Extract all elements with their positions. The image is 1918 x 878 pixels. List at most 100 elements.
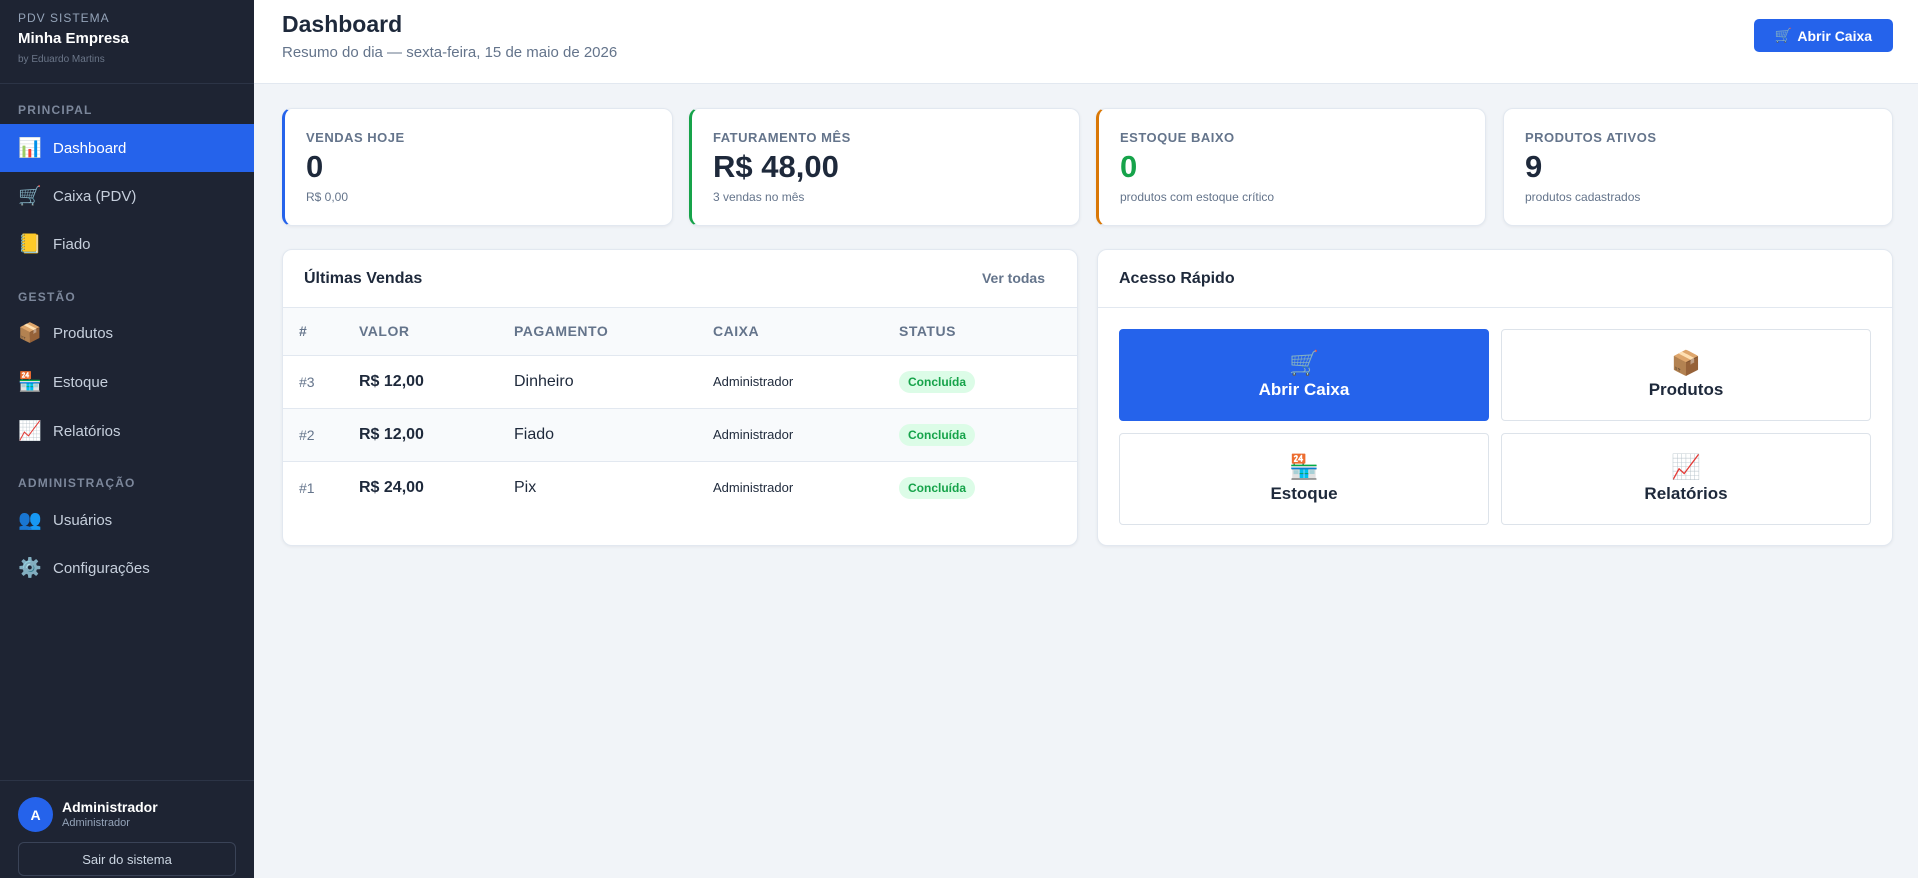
panel-title: Acesso Rápido	[1119, 270, 1235, 287]
sidebar-item-configuracoes[interactable]: ⚙️ Configurações	[0, 544, 254, 592]
column-header-caixa: CAIXA	[713, 323, 760, 340]
sale-status-cell: Concluída	[899, 461, 1077, 514]
sale-id: #2	[299, 426, 315, 443]
brand: PDV SISTEMA Minha Empresa by Eduardo Mar…	[0, 0, 254, 84]
quick-label: Relatórios	[1644, 484, 1728, 503]
stat-subtext: 3 vendas no mês	[713, 190, 805, 204]
open-cashier-button[interactable]: 🛒 Abrir Caixa	[1754, 19, 1893, 52]
user-name: Administrador	[62, 799, 158, 815]
store-icon: 🏪	[18, 372, 42, 393]
stat-value: 9	[1525, 149, 1543, 184]
logout-button[interactable]: Sair do sistema	[18, 842, 236, 876]
table-row[interactable]: #3 R$ 12,00 Dinheiro Administrador Concl…	[283, 355, 1077, 408]
sale-value: R$ 24,00	[359, 478, 424, 496]
trend-chart-icon: 📈	[18, 421, 42, 442]
column-header-pagamento: PAGAMENTO	[514, 323, 609, 340]
sale-id: #1	[299, 479, 315, 496]
page-subtitle: Resumo do dia — sexta-feira, 15 de maio …	[282, 44, 618, 61]
stat-subtext: produtos cadastrados	[1525, 190, 1641, 204]
ledger-icon: 📒	[18, 234, 42, 255]
sidebar-item-dashboard[interactable]: 📊 Dashboard	[0, 124, 254, 172]
trend-chart-icon: 📈	[1671, 454, 1701, 481]
sidebar-item-label: Estoque	[53, 373, 109, 391]
status-badge: Concluída	[899, 476, 976, 499]
sale-cashier: Administrador	[713, 374, 794, 389]
avatar: A	[18, 797, 53, 832]
sale-id: #3	[299, 373, 315, 390]
open-cashier-label: Abrir Caixa	[1797, 27, 1873, 44]
stat-label: PRODUTOS ATIVOS	[1525, 130, 1657, 145]
sale-cashier: Administrador	[713, 480, 794, 496]
company-name: Minha Empresa	[18, 30, 129, 47]
column-header-id: #	[299, 323, 308, 340]
quick-access-panel: Acesso Rápido 🛒 Abrir Caixa 📦 Produtos 🏪…	[1097, 249, 1893, 546]
sidebar-item-label: Caixa (PDV)	[53, 187, 137, 205]
sale-cashier: Administrador	[713, 427, 794, 442]
status-badge: Concluída	[899, 423, 976, 446]
user-panel: A Administrador Administrador Sair do si…	[0, 780, 254, 878]
store-icon: 🏪	[1289, 454, 1319, 481]
panel-header: Acesso Rápido	[1098, 250, 1892, 308]
table-row[interactable]: #1 R$ 24,00 Pix Administrador Concluída	[283, 461, 1077, 514]
chart-icon: 📊	[18, 138, 42, 159]
sidebar-item-label: Produtos	[53, 324, 114, 342]
sidebar-item-label: Dashboard	[53, 139, 127, 157]
quick-reports-button[interactable]: 📈 Relatórios	[1501, 433, 1871, 525]
stat-value: R$ 48,00	[713, 149, 839, 184]
cart-icon: 🛒	[1774, 27, 1793, 43]
quick-stock-button[interactable]: 🏪 Estoque	[1119, 433, 1489, 525]
section-title-gestao: GESTÃO	[18, 290, 76, 304]
stat-label: FATURAMENTO MÊS	[713, 130, 851, 145]
sale-status-cell: Concluída	[899, 355, 1077, 408]
table-header-row: # VALOR PAGAMENTO CAIXA STATUS	[283, 308, 1077, 355]
status-badge: Concluída	[899, 370, 976, 393]
sidebar-item-label: Usuários	[53, 511, 113, 529]
section-title-principal: PRINCIPAL	[18, 103, 93, 117]
author-credit: by Eduardo Martins	[18, 54, 105, 65]
top-header: Dashboard Resumo do dia — sexta-feira, 1…	[254, 0, 1918, 84]
sidebar-item-label: Relatórios	[53, 422, 121, 440]
sidebar-item-usuarios[interactable]: 👥 Usuários	[0, 496, 254, 544]
stat-card-faturamento-mes: FATURAMENTO MÊS R$ 48,00 3 vendas no mês	[689, 108, 1080, 226]
sale-value: R$ 12,00	[359, 372, 424, 390]
stat-value: 0	[306, 149, 324, 184]
gear-icon: ⚙️	[18, 558, 42, 579]
sales-table: # VALOR PAGAMENTO CAIXA STATUS #3 R$ 12,…	[283, 308, 1077, 514]
quick-label: Produtos	[1648, 380, 1724, 399]
package-icon: 📦	[18, 323, 42, 344]
user-role: Administrador	[62, 817, 130, 829]
stat-card-vendas-hoje: VENDAS HOJE 0 R$ 0,00	[282, 108, 673, 226]
table-row[interactable]: #2 R$ 12,00 Fiado Administrador Concluíd…	[283, 408, 1077, 461]
panel-title: Últimas Vendas	[304, 270, 423, 287]
sale-payment: Fiado	[514, 425, 555, 443]
sidebar-item-caixa[interactable]: 🛒 Caixa (PDV)	[0, 172, 254, 220]
quick-products-button[interactable]: 📦 Produtos	[1501, 329, 1871, 421]
stat-value: 0	[1120, 149, 1138, 184]
section-title-administracao: ADMINISTRAÇÃO	[18, 476, 136, 490]
column-header-status: STATUS	[899, 323, 956, 340]
quick-open-cashier-button[interactable]: 🛒 Abrir Caixa	[1119, 329, 1489, 421]
quick-label: Estoque	[1270, 484, 1338, 503]
package-icon: 📦	[1671, 350, 1701, 377]
cart-icon: 🛒	[18, 186, 42, 207]
sidebar: PDV SISTEMA Minha Empresa by Eduardo Mar…	[0, 0, 254, 878]
sidebar-item-relatorios[interactable]: 📈 Relatórios	[0, 407, 254, 455]
stat-card-produtos-ativos: PRODUTOS ATIVOS 9 produtos cadastrados	[1503, 108, 1893, 226]
stat-label: ESTOQUE BAIXO	[1120, 130, 1235, 145]
stat-subtext: produtos com estoque crítico	[1120, 190, 1275, 204]
sale-payment: Pix	[514, 478, 537, 496]
stat-label: VENDAS HOJE	[306, 130, 405, 145]
stat-subtext: R$ 0,00	[306, 190, 349, 204]
system-name: PDV SISTEMA	[18, 11, 110, 25]
sidebar-item-estoque[interactable]: 🏪 Estoque	[0, 358, 254, 406]
sidebar-item-label: Configurações	[53, 559, 150, 577]
sidebar-item-produtos[interactable]: 📦 Produtos	[0, 309, 254, 357]
view-all-link[interactable]: Ver todas	[982, 270, 1045, 286]
cart-icon: 🛒	[1289, 350, 1319, 377]
sale-payment: Dinheiro	[514, 372, 574, 390]
sidebar-item-fiado[interactable]: 📒 Fiado	[0, 220, 254, 268]
page-title: Dashboard	[282, 11, 403, 37]
sale-status-cell: Concluída	[899, 408, 1077, 461]
quick-label: Abrir Caixa	[1258, 380, 1350, 399]
latest-sales-panel: Últimas Vendas Ver todas # VALOR PAGAMEN…	[282, 249, 1078, 546]
